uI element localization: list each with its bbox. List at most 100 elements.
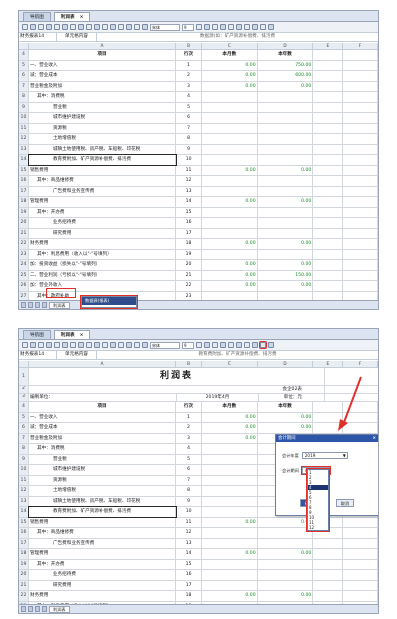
month-cell[interactable] bbox=[202, 475, 258, 485]
print-icon[interactable] bbox=[46, 24, 52, 30]
year-cell[interactable] bbox=[258, 559, 314, 569]
cell[interactable] bbox=[313, 92, 344, 102]
cell[interactable] bbox=[313, 570, 344, 580]
column-e[interactable]: E bbox=[313, 43, 344, 49]
month-cell[interactable]: 0.00 bbox=[202, 239, 258, 249]
item-cell[interactable]: 销售费用 bbox=[29, 517, 177, 527]
preview-icon[interactable] bbox=[54, 342, 60, 348]
tab-navigation[interactable]: 导航图 bbox=[23, 330, 51, 339]
item-cell[interactable]: 资源税 bbox=[29, 123, 177, 133]
year-cell[interactable] bbox=[258, 134, 314, 144]
item-cell[interactable]: 加：投资收益（损失以"-"号填列） bbox=[29, 260, 177, 270]
month-cell[interactable] bbox=[202, 570, 258, 580]
save-icon[interactable] bbox=[38, 24, 44, 30]
header-line[interactable]: 行次 bbox=[176, 402, 202, 412]
item-cell[interactable]: 二、营业利润（亏损以"-"号填列） bbox=[29, 270, 177, 280]
month-cell[interactable]: 0.00 bbox=[202, 412, 258, 422]
save-icon[interactable] bbox=[38, 342, 44, 348]
line-cell[interactable]: 15 bbox=[176, 559, 202, 569]
item-cell[interactable]: 管理费用 bbox=[29, 197, 177, 207]
year-cell[interactable] bbox=[258, 570, 314, 580]
item-cell[interactable]: 城镇土地使用税、房产税、车船税、印花税 bbox=[29, 144, 177, 154]
year-cell[interactable] bbox=[258, 102, 314, 112]
cut-icon[interactable] bbox=[62, 24, 68, 30]
line-cell[interactable]: 7 bbox=[176, 475, 203, 485]
line-cell[interactable]: 14 bbox=[176, 549, 202, 559]
header-month[interactable]: 本月数 bbox=[202, 50, 258, 60]
next-sheet-icon[interactable] bbox=[35, 302, 40, 308]
cell[interactable] bbox=[313, 134, 344, 144]
cell[interactable] bbox=[343, 517, 378, 527]
item-cell[interactable]: 营业税 bbox=[29, 454, 177, 464]
font-size-select[interactable]: 9 bbox=[182, 341, 194, 349]
period-option[interactable]: 12 bbox=[308, 525, 328, 530]
prev-sheet-icon[interactable] bbox=[28, 302, 33, 308]
item-cell[interactable]: 业务招待费 bbox=[29, 570, 177, 580]
column-e[interactable]: E bbox=[313, 361, 344, 367]
month-cell[interactable] bbox=[202, 123, 258, 133]
year-cell[interactable]: 0.00 bbox=[258, 423, 314, 433]
underline-icon[interactable] bbox=[212, 342, 218, 348]
cell[interactable] bbox=[313, 165, 344, 175]
cell[interactable] bbox=[343, 228, 378, 238]
cell[interactable] bbox=[343, 549, 378, 559]
month-cell[interactable]: 0.00 bbox=[202, 260, 258, 270]
cell[interactable] bbox=[313, 580, 344, 590]
line-cell[interactable]: 17 bbox=[176, 228, 203, 238]
cell[interactable] bbox=[343, 538, 378, 548]
cell[interactable] bbox=[313, 186, 344, 196]
line-cell[interactable]: 19 bbox=[176, 249, 202, 259]
line-cell[interactable]: 13 bbox=[176, 186, 203, 196]
cell[interactable] bbox=[343, 197, 378, 207]
line-cell[interactable]: 9 bbox=[176, 144, 203, 154]
cell[interactable] bbox=[313, 549, 344, 559]
line-cell[interactable]: 1 bbox=[176, 60, 202, 70]
corner-cell[interactable] bbox=[19, 43, 29, 49]
item-cell[interactable]: 广告费和业务宣传费 bbox=[29, 186, 177, 196]
merge-icon[interactable] bbox=[134, 342, 140, 348]
period-icon[interactable] bbox=[260, 24, 266, 30]
month-cell[interactable] bbox=[202, 113, 258, 123]
cell[interactable] bbox=[343, 207, 378, 217]
item-cell[interactable]: 财务费用 bbox=[29, 591, 177, 601]
column-d[interactable]: D bbox=[258, 361, 314, 367]
cell[interactable] bbox=[343, 559, 378, 569]
font-color-icon[interactable] bbox=[252, 24, 258, 30]
item-cell[interactable]: 其中：开办费 bbox=[29, 207, 177, 217]
name-box[interactable]: 财务报表14 bbox=[19, 33, 57, 41]
cell[interactable] bbox=[313, 197, 344, 207]
line-cell[interactable]: 16 bbox=[176, 570, 203, 580]
line-cell[interactable]: 9 bbox=[176, 496, 203, 506]
delete-row-icon[interactable] bbox=[126, 24, 132, 30]
month-cell[interactable]: 0.00 bbox=[202, 517, 258, 527]
cell[interactable] bbox=[343, 155, 378, 165]
line-cell[interactable]: 6 bbox=[176, 465, 203, 475]
item-cell[interactable]: 销售费用 bbox=[29, 165, 177, 175]
underline-icon[interactable] bbox=[212, 24, 218, 30]
cell[interactable] bbox=[343, 123, 378, 133]
cell[interactable] bbox=[313, 270, 344, 280]
year-cell[interactable]: 0.00 bbox=[258, 260, 314, 270]
cell[interactable] bbox=[313, 207, 344, 217]
cell[interactable] bbox=[343, 218, 378, 228]
year-cell[interactable] bbox=[258, 123, 314, 133]
item-cell[interactable]: 营业税 bbox=[29, 102, 177, 112]
new-icon[interactable] bbox=[22, 342, 28, 348]
item-cell[interactable]: 其中：利息费用（收入以"-"号填列） bbox=[29, 249, 177, 259]
cell[interactable] bbox=[313, 249, 344, 259]
item-cell[interactable]: 研究费用 bbox=[29, 580, 177, 590]
cell[interactable] bbox=[313, 71, 344, 81]
month-cell[interactable]: 0.00 bbox=[202, 81, 258, 91]
cell[interactable] bbox=[313, 228, 344, 238]
cell[interactable] bbox=[343, 260, 378, 270]
year-cell[interactable] bbox=[258, 155, 314, 165]
year-cell[interactable]: 0.00 bbox=[258, 591, 314, 601]
sum-icon[interactable] bbox=[102, 342, 108, 348]
line-cell[interactable]: 4 bbox=[176, 444, 202, 454]
close-icon[interactable]: × bbox=[372, 435, 376, 442]
align-right-icon[interactable] bbox=[236, 342, 242, 348]
align-right-icon[interactable] bbox=[236, 24, 242, 30]
item-cell[interactable]: 城市维护建设税 bbox=[29, 465, 177, 475]
line-cell[interactable]: 12 bbox=[176, 176, 202, 186]
paste-icon[interactable] bbox=[78, 342, 84, 348]
